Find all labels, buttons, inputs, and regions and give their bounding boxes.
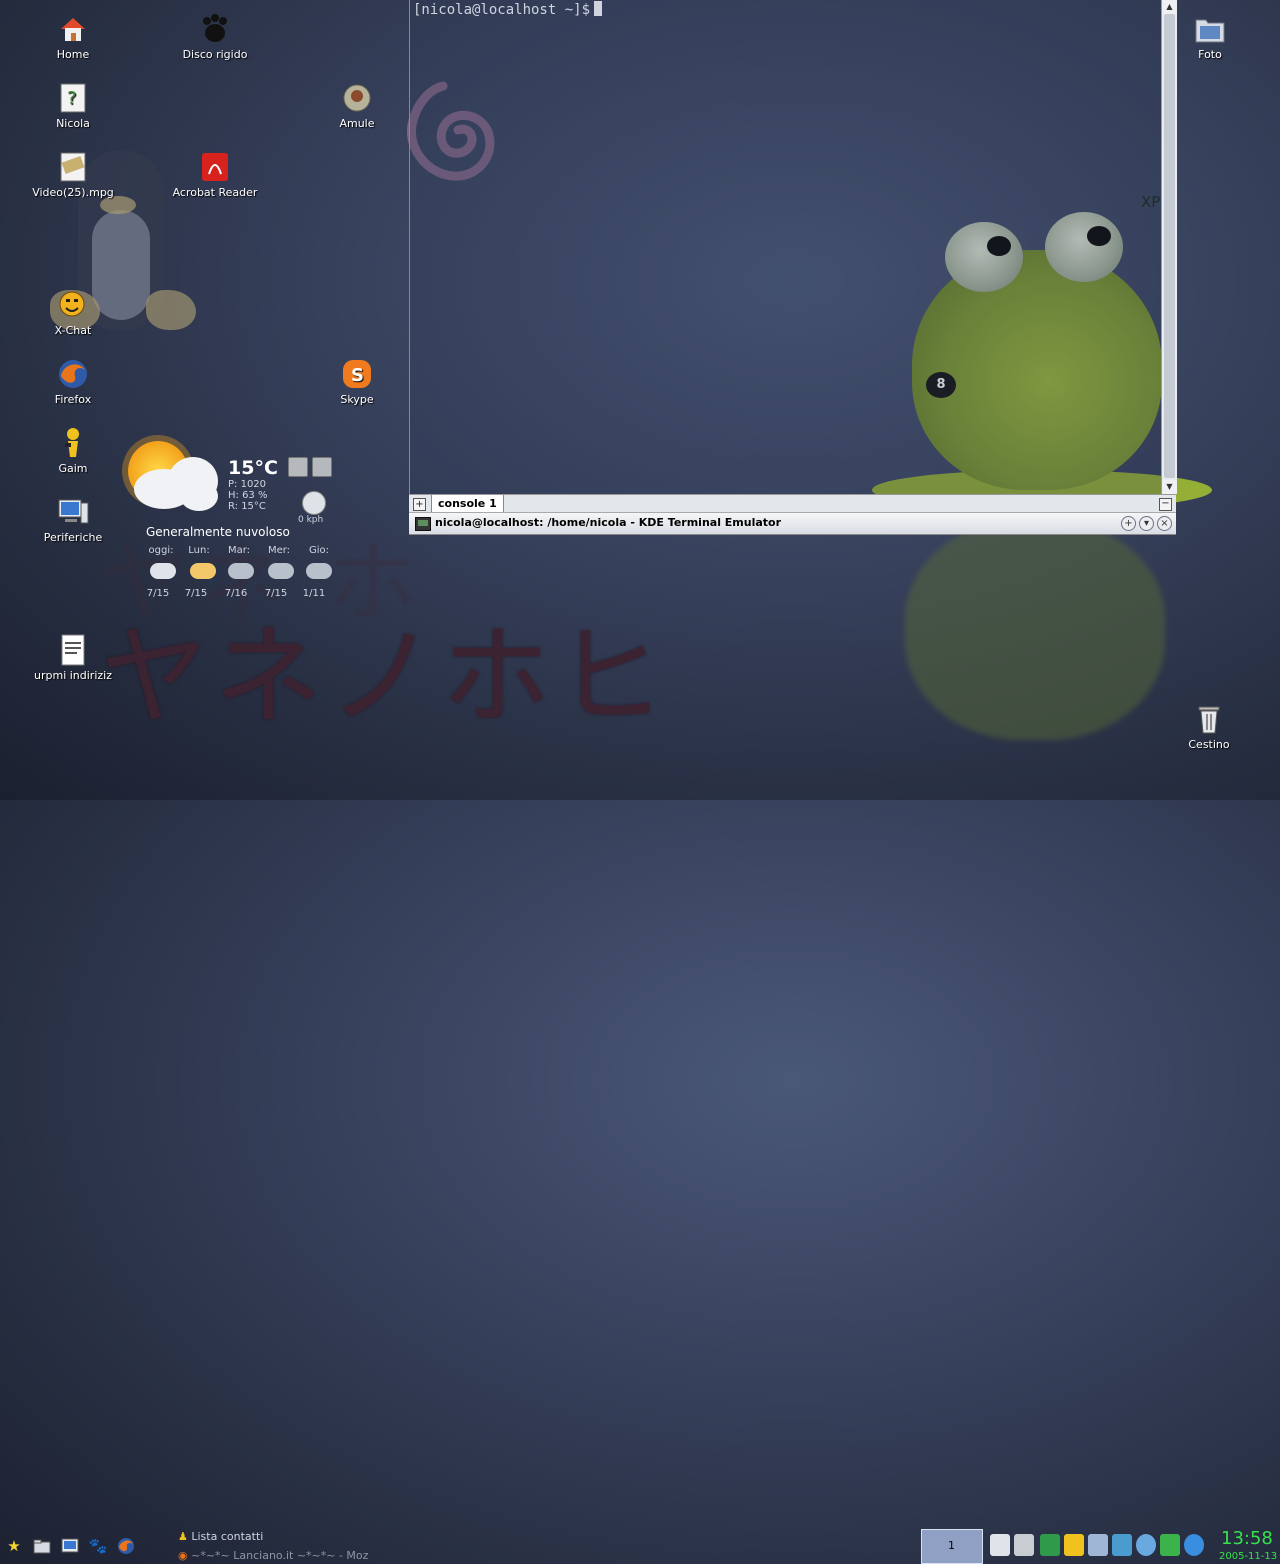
update-applet-icon[interactable] xyxy=(1136,1534,1156,1556)
weather-description: Generalmente nuvoloso xyxy=(146,525,290,539)
amule-icon xyxy=(340,81,374,115)
forecast-day: Mer: xyxy=(267,545,291,556)
terminal-cursor xyxy=(594,1,603,16)
desktop-icon-xchat[interactable]: X-Chat xyxy=(28,288,118,337)
photo-folder-icon xyxy=(1193,12,1227,46)
forecast-temps: 7/15 xyxy=(184,588,208,599)
minimize-button[interactable]: ▾ xyxy=(1139,516,1154,531)
terminal-tab-bar: + console 1 − xyxy=(409,494,1176,513)
weather-temperature: 15°C xyxy=(228,457,278,479)
devices-icon xyxy=(56,495,90,529)
maximize-button[interactable]: + xyxy=(1121,516,1136,531)
weather-details: P: 1020 H: 63 % R: 15°C xyxy=(228,479,267,512)
video-file-icon xyxy=(56,150,90,184)
desktop-icon-nicola[interactable]: ? Nicola xyxy=(28,81,118,130)
klipper-icon[interactable] xyxy=(990,1534,1010,1556)
desktop-icon-acrobat[interactable]: Acrobat Reader xyxy=(170,150,260,199)
weather-real-feel: R: 15°C xyxy=(228,501,266,512)
forecast-day: Lun: xyxy=(188,545,210,556)
gaim-icon xyxy=(56,426,90,460)
weather-widget: 15°C P: 1020 H: 63 % R: 15°C 0 kph Gener… xyxy=(120,435,335,610)
weather-wind: 0 kph xyxy=(298,515,324,525)
desktop-icon-gaim[interactable]: Gaim xyxy=(28,426,118,475)
desktop-icon-skype[interactable]: S Skype xyxy=(312,357,402,406)
desktop-icon-disco-rigido[interactable]: Disco rigido xyxy=(170,12,260,61)
scroll-down-arrow-icon[interactable]: ▼ xyxy=(1162,480,1177,494)
desktop-icon-urpmi[interactable]: urpmi indiriziz xyxy=(28,633,118,682)
panel-clock[interactable]: 13:58 xyxy=(1221,1528,1273,1549)
panel-date[interactable]: 2005-11-13 xyxy=(1219,1551,1277,1562)
skype-icon: S xyxy=(340,357,374,391)
terminal-title-bar[interactable]: nicola@localhost: /home/nicola - KDE Ter… xyxy=(409,512,1176,535)
network-tools-icon[interactable] xyxy=(1014,1534,1034,1556)
desktop-pager[interactable]: 1 xyxy=(921,1529,983,1564)
cloudy-icon xyxy=(150,563,176,579)
weather-humidity: H: 63 % xyxy=(228,490,268,501)
desktop-icon-periferiche[interactable]: Periferiche xyxy=(28,495,118,544)
desktop-icon-home[interactable]: Home xyxy=(28,12,118,61)
wind-dial-icon xyxy=(302,491,326,515)
xchat-icon xyxy=(56,288,90,322)
gaim-tray-icon[interactable] xyxy=(1064,1534,1084,1556)
user-folder-icon: ? xyxy=(56,81,90,115)
weather-map-button[interactable] xyxy=(288,457,308,477)
weather-pressure: P: 1020 xyxy=(228,479,267,490)
home-icon xyxy=(56,12,90,46)
volume-icon[interactable] xyxy=(1088,1534,1108,1556)
trash-icon xyxy=(1192,702,1226,736)
task-mozilla[interactable]: ◉ ~*~*~ Lanciano.it ~*~*~ - Moz xyxy=(178,1549,368,1562)
tab-console-1[interactable]: console 1 xyxy=(431,495,504,513)
firefox-launcher-icon[interactable] xyxy=(116,1536,136,1556)
partly-sunny-icon xyxy=(190,563,216,579)
rain-icon xyxy=(268,563,294,579)
window-title: nicola@localhost: /home/nicola - KDE Ter… xyxy=(435,516,782,529)
firefox-icon: ◉ xyxy=(178,1549,188,1562)
forecast-temps: 7/16 xyxy=(224,588,248,599)
close-window-button[interactable]: × xyxy=(1157,516,1172,531)
svg-text:?: ? xyxy=(67,88,77,109)
desktop-icon-amule[interactable]: Amule xyxy=(312,81,402,130)
forecast-temps: 7/15 xyxy=(146,588,170,599)
forecast-day: oggi: xyxy=(148,545,174,556)
desktop-icon-video[interactable]: Video(25).mpg xyxy=(28,150,118,199)
terminal-window[interactable]: [nicola@localhost ~]$ ▲ ▼ + console 1 − … xyxy=(409,0,1177,535)
forecast-temps: 7/15 xyxy=(264,588,288,599)
kde-panel: ★ 🐾 ♟ Lista contatti ◉ ~*~*~ Lanciano.it… xyxy=(0,764,1280,1564)
terminal-icon[interactable] xyxy=(415,517,431,531)
scrollbar-thumb[interactable] xyxy=(1164,14,1175,478)
wallpaper-kana-text: ヤネノホヒ xyxy=(100,615,671,740)
control-center-icon[interactable] xyxy=(60,1536,80,1556)
chat-tray-icon[interactable] xyxy=(1040,1534,1060,1556)
desktop-icon-foto[interactable]: Foto xyxy=(1165,12,1255,61)
close-tab-button[interactable]: − xyxy=(1159,498,1172,511)
scroll-up-arrow-icon[interactable]: ▲ xyxy=(1162,0,1177,14)
firefox-icon xyxy=(56,357,90,391)
terminal-output[interactable]: [nicola@localhost ~]$ xyxy=(409,0,1162,494)
weather-camera-button[interactable] xyxy=(312,457,332,477)
text-file-icon xyxy=(56,633,90,667)
terminal-prompt: [nicola@localhost ~]$ xyxy=(413,2,591,18)
frog-reflection xyxy=(905,520,1165,740)
task-lista-contatti[interactable]: ♟ Lista contatti xyxy=(178,1530,263,1543)
rain-icon xyxy=(228,563,254,579)
home-folder-launcher-icon[interactable] xyxy=(32,1536,52,1556)
desktop-icon-firefox[interactable]: Firefox xyxy=(28,357,118,406)
kmenu-star-icon[interactable]: ★ xyxy=(4,1536,24,1556)
gimp-icon[interactable]: 🐾 xyxy=(88,1536,108,1556)
internet-globe-icon[interactable] xyxy=(1184,1534,1204,1556)
terminal-scrollbar[interactable]: ▲ ▼ xyxy=(1161,0,1177,494)
hard-disk-icon xyxy=(198,12,232,46)
security-shield-icon[interactable] xyxy=(1160,1534,1180,1556)
new-tab-button[interactable]: + xyxy=(413,498,426,511)
forecast-day: Gio: xyxy=(308,545,329,556)
rain-icon xyxy=(306,563,332,579)
acrobat-reader-icon xyxy=(198,150,232,184)
network-monitor-icon[interactable] xyxy=(1112,1534,1132,1556)
desktop-icon-cestino[interactable]: Cestino xyxy=(1164,702,1254,751)
gaim-icon: ♟ xyxy=(178,1530,188,1543)
forecast-temps: 1/11 xyxy=(302,588,326,599)
forecast-day: Mar: xyxy=(227,545,251,556)
svg-text:S: S xyxy=(351,365,364,386)
